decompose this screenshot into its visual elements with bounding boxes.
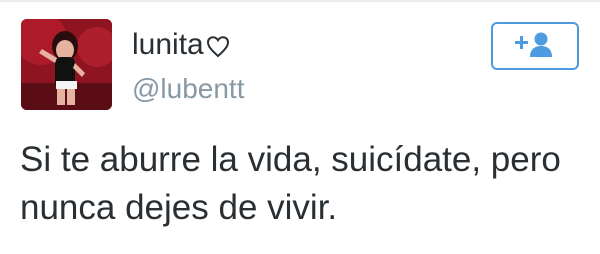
- display-name-text: lunita: [132, 28, 204, 61]
- tweet-text-line-1: Si te aburre la vida, suicídate, pero: [20, 140, 561, 179]
- follow-button[interactable]: [491, 22, 579, 70]
- user-handle[interactable]: @lubentt: [132, 73, 245, 105]
- top-divider: [0, 0, 600, 2]
- heart-outline-icon: [206, 33, 230, 67]
- tweet-text: Si te aburre la vida, suicídate, pero nu…: [20, 136, 580, 232]
- tweet-text-line-2: nunca dejes de vivir.: [20, 188, 338, 227]
- tweet-card: lunita @lubentt Si te aburre la vida, su…: [0, 0, 600, 254]
- avatar[interactable]: [21, 19, 112, 110]
- display-name[interactable]: lunita: [132, 28, 230, 67]
- add-user-icon: [512, 30, 558, 63]
- avatar-photo: [21, 19, 112, 110]
